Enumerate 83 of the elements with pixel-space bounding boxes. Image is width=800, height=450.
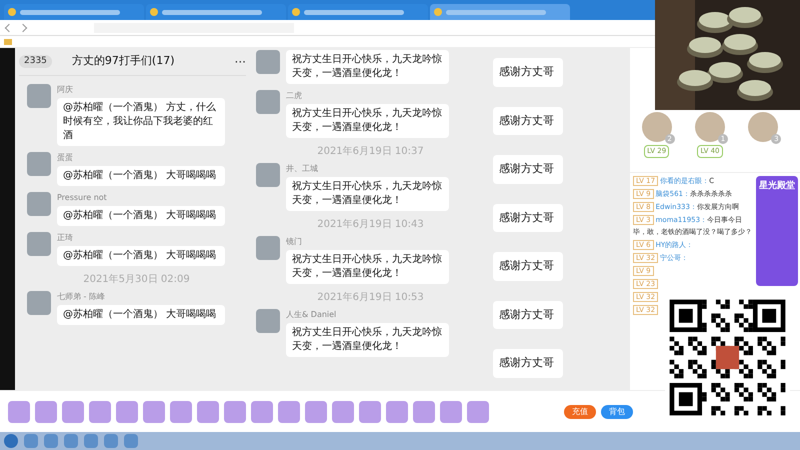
more-menu[interactable]: ··· [234, 52, 246, 70]
reply-bubble: 感谢方丈哥 [493, 106, 563, 135]
recharge-button[interactable]: 充值 [564, 404, 596, 418]
reply-bubble: 感谢方丈哥 [493, 300, 563, 329]
timestamp: 2021年6月19日 10:37 [316, 145, 425, 159]
gift-icon[interactable] [8, 400, 30, 422]
avatar [27, 291, 51, 315]
taskbar-app-icon[interactable] [124, 434, 138, 448]
gift-icon[interactable] [143, 400, 165, 422]
reply-bubble: 感谢方丈哥 [493, 204, 563, 232]
avatar [27, 84, 51, 108]
taskbar-app-icon[interactable] [64, 434, 78, 448]
start-icon[interactable] [4, 434, 18, 448]
chat-title: 方丈的97打手们(17) [72, 53, 174, 70]
sender-name: 镜门 [286, 236, 303, 248]
back-count[interactable]: 2335 [19, 54, 52, 68]
gift-icon[interactable] [197, 400, 219, 422]
gift-icon[interactable] [89, 400, 111, 422]
gift-icon[interactable] [35, 400, 57, 422]
sender-name: 人生& Daniel [286, 309, 338, 321]
folder-icon[interactable] [4, 38, 12, 44]
sender-name: 井、工城 [286, 163, 319, 175]
avatar[interactable] [642, 112, 672, 142]
timestamp: 2021年6月19日 10:53 [316, 291, 425, 305]
tab-favicon-icon [8, 8, 16, 16]
reply-bubble: 感谢方丈哥 [493, 58, 563, 86]
gift-icon[interactable] [251, 400, 273, 422]
gift-icon[interactable] [440, 400, 462, 422]
gift-icon[interactable] [116, 400, 138, 422]
avatar [256, 163, 280, 187]
gift-icon[interactable] [467, 400, 489, 422]
gift-icon[interactable] [62, 400, 84, 422]
avatar [27, 232, 51, 256]
avatar [256, 309, 280, 333]
avatar [256, 236, 280, 260]
promo-panel[interactable]: 星光殿堂 [756, 176, 798, 286]
gift-icon[interactable] [359, 400, 381, 422]
taskbar-app-icon[interactable] [44, 434, 58, 448]
message-bubble: 祝方丈生日开心快乐，九天龙吟惊天变，一遇酒皇便化龙！ [286, 50, 449, 84]
sender-name: 阿庆 [57, 84, 74, 96]
message-bubble: 祝方丈生日开心快乐，九天龙吟惊天变，一遇酒皇便化龙！ [286, 250, 449, 284]
sender-name: 蛋蛋 [57, 152, 74, 164]
reply-bubble: 感谢方丈哥 [493, 252, 563, 280]
tab-favicon-icon [292, 8, 300, 16]
timestamp: 2021年6月19日 10:43 [316, 218, 425, 232]
avatar [256, 90, 280, 114]
tab-favicon-icon [434, 8, 442, 16]
gift-icon[interactable] [332, 400, 354, 422]
gift-icon[interactable] [305, 400, 327, 422]
reply-bubble: 感谢方丈哥 [493, 349, 563, 378]
sender-name: 二虎 [286, 90, 303, 102]
avatar [256, 50, 280, 74]
avatar[interactable] [748, 112, 778, 142]
taskbar-app-icon[interactable] [84, 434, 98, 448]
browser-tab[interactable] [288, 4, 428, 20]
avatar[interactable] [694, 112, 725, 142]
reply-bubble: 感谢方丈哥 [493, 155, 563, 184]
message-bubble: @苏柏曜（一个酒鬼） 大哥喝喝喝 [57, 206, 225, 226]
browser-tab[interactable] [146, 4, 286, 20]
sender-name: 正琦 [57, 232, 74, 244]
timestamp: 2021年5月30日 02:09 [82, 273, 191, 287]
taskbar-app-icon[interactable] [24, 434, 38, 448]
browser-tab[interactable] [430, 4, 570, 20]
message-bubble: 祝方丈生日开心快乐，九天龙吟惊天变，一遇酒皇便化龙！ [286, 177, 449, 211]
sender-name: 七师弟 - 陈峰 [57, 291, 106, 303]
avatar [27, 192, 51, 216]
message-bubble: 祝方丈生日开心快乐，九天龙吟惊天变，一遇酒皇便化龙！ [286, 104, 449, 138]
browser-tab[interactable] [4, 4, 144, 20]
avatar [27, 152, 51, 176]
gift-icon[interactable] [224, 400, 246, 422]
sender-name: Pressure not [57, 192, 108, 204]
gift-icon[interactable] [278, 400, 300, 422]
tab-favicon-icon [150, 8, 158, 16]
message-bubble: @苏柏曜（一个酒鬼） 方丈，什么时候有空，我让你品下我老婆的红酒 [57, 98, 225, 146]
gift-icon[interactable] [170, 400, 192, 422]
gift-icon[interactable] [413, 400, 435, 422]
gift-icon[interactable] [386, 400, 408, 422]
message-bubble: @苏柏曜（一个酒鬼） 大哥喝喝喝 [57, 166, 225, 186]
backpack-button[interactable]: 背包 [601, 404, 633, 418]
message-bubble: 祝方丈生日开心快乐，九天龙吟惊天变，一遇酒皇便化龙！ [286, 323, 449, 357]
message-bubble: @苏柏曜（一个酒鬼） 大哥喝喝喝 [57, 305, 225, 325]
message-bubble: @苏柏曜（一个酒鬼） 大哥喝喝喝 [57, 246, 225, 266]
taskbar-app-icon[interactable] [104, 434, 118, 448]
